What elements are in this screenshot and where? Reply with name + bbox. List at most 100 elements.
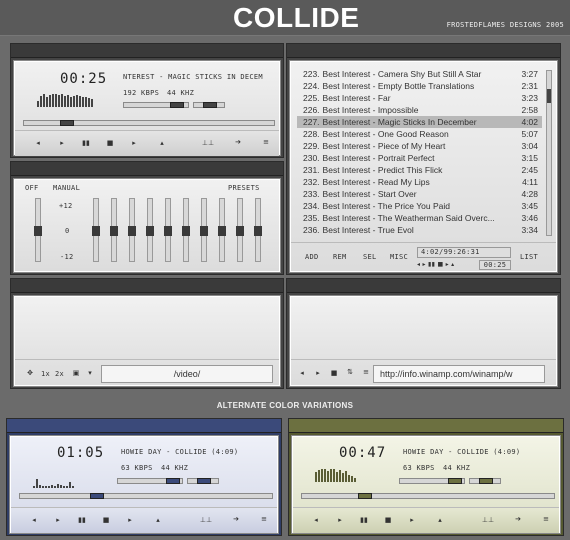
stop-button[interactable]: ■: [103, 139, 117, 147]
eq-band-4[interactable]: [146, 198, 154, 262]
eq-off-toggle[interactable]: OFF: [25, 184, 39, 192]
eq-band-knob[interactable]: [236, 226, 244, 236]
time-display[interactable]: 00:25: [60, 71, 107, 87]
menu-icon[interactable]: ≡: [359, 368, 373, 376]
balance-knob[interactable]: [479, 478, 493, 484]
prev-button[interactable]: ◂: [27, 516, 41, 524]
titlebar[interactable]: [11, 44, 283, 58]
balance-slider[interactable]: [187, 478, 219, 484]
playlist-item[interactable]: 226. Best Interest - Impossible 2:58: [297, 104, 542, 116]
playlist-item[interactable]: 223. Best Interest - Camera Shy But Still…: [297, 68, 542, 80]
spectrum-visualizer[interactable]: [33, 469, 75, 488]
repeat-button[interactable]: ➔: [511, 515, 525, 523]
spectrum-visualizer[interactable]: [315, 463, 357, 482]
eq-band-knob[interactable]: [182, 226, 190, 236]
next-button[interactable]: ▸: [405, 516, 419, 524]
shuffle-button[interactable]: ⊥⊥: [481, 516, 495, 524]
pause-button[interactable]: ▮▮: [75, 516, 89, 524]
pause-button[interactable]: ▮▮: [79, 139, 93, 147]
eq-band-3[interactable]: [128, 198, 136, 262]
eq-manual-toggle[interactable]: MANUAL: [53, 184, 80, 192]
forward-icon[interactable]: ▸: [311, 369, 325, 377]
seek-knob[interactable]: [90, 493, 104, 499]
add-button[interactable]: ADD: [305, 253, 319, 261]
titlebar[interactable]: [11, 162, 283, 176]
mini-transport[interactable]: ◂ ▸ ▮▮ ■ ▸ ▴: [417, 261, 454, 268]
play-button[interactable]: ▸: [51, 516, 65, 524]
select-button[interactable]: SEL: [363, 253, 377, 261]
playlist-item[interactable]: 235. Best Interest - The Weatherman Said …: [297, 212, 542, 224]
eq-band-7[interactable]: [200, 198, 208, 262]
repeat-button[interactable]: ➔: [229, 515, 243, 523]
playlist-item[interactable]: 232. Best Interest - Read My Lips 4:11: [297, 176, 542, 188]
eq-band-knob[interactable]: [254, 226, 262, 236]
shuffle-button[interactable]: ⊥⊥: [199, 516, 213, 524]
balance-slider[interactable]: [469, 478, 501, 484]
titlebar[interactable]: [11, 279, 283, 293]
titlebar[interactable]: [289, 419, 563, 433]
titlebar[interactable]: [7, 419, 281, 433]
list-button[interactable]: LIST: [520, 253, 538, 261]
eq-band-10[interactable]: [254, 198, 262, 262]
titlebar[interactable]: [287, 44, 560, 58]
shuffle-button[interactable]: ⊥⊥: [201, 139, 215, 147]
time-display[interactable]: 01:05: [57, 445, 104, 461]
volume-slider[interactable]: [399, 478, 465, 484]
time-display[interactable]: 00:47: [339, 445, 386, 461]
eq-band-1[interactable]: [92, 198, 100, 262]
eq-band-knob[interactable]: [128, 226, 136, 236]
volume-knob[interactable]: [448, 478, 462, 484]
balance-knob[interactable]: [197, 478, 211, 484]
eq-presets-button[interactable]: PRESETS: [228, 184, 260, 192]
playlist-item[interactable]: 231. Best Interest - Predict This Flick 2:…: [297, 164, 542, 176]
playlist-item[interactable]: 224. Best Interest - Empty Bottle Transla…: [297, 80, 542, 92]
eject-button[interactable]: ▴: [155, 139, 169, 147]
video-path-field[interactable]: /video/: [101, 365, 273, 383]
volume-knob[interactable]: [166, 478, 180, 484]
seek-bar[interactable]: [301, 493, 555, 499]
balance-slider[interactable]: [193, 102, 225, 108]
playlist-item[interactable]: 230. Best Interest - Portrait Perfect 3:15: [297, 152, 542, 164]
eq-band-knob[interactable]: [110, 226, 118, 236]
stop-icon[interactable]: ■: [327, 369, 341, 377]
preamp-knob[interactable]: [34, 226, 42, 236]
fullscreen-icon[interactable]: ✥: [23, 369, 37, 377]
playlist-item[interactable]: 227. Best Interest - Magic Sticks In Dece…: [297, 116, 542, 128]
volume-knob[interactable]: [170, 102, 184, 108]
pause-button[interactable]: ▮▮: [357, 516, 371, 524]
seek-knob[interactable]: [60, 120, 74, 126]
playlist-item[interactable]: 233. Best Interest - Start Over 4:28: [297, 188, 542, 200]
zoom-2x-button[interactable]: 2x: [55, 370, 64, 378]
playlist-item[interactable]: 234. Best Interest - The Price You Paid 3:…: [297, 200, 542, 212]
volume-slider[interactable]: [117, 478, 183, 484]
scrollbar-thumb[interactable]: [547, 89, 551, 103]
eject-button[interactable]: ▴: [433, 516, 447, 524]
playlist-item[interactable]: 228. Best Interest - One Good Reason 5:07: [297, 128, 542, 140]
playlist-item[interactable]: 236. Best Interest - True Evol 3:34: [297, 224, 542, 236]
misc-button[interactable]: MISC: [390, 253, 408, 261]
refresh-icon[interactable]: ⇅: [343, 368, 357, 376]
eq-band-2[interactable]: [110, 198, 118, 262]
back-icon[interactable]: ◂: [295, 369, 309, 377]
dropdown-icon[interactable]: ▾: [83, 369, 97, 377]
volume-slider[interactable]: [123, 102, 189, 108]
seek-knob[interactable]: [358, 493, 372, 499]
stop-button[interactable]: ■: [99, 516, 113, 524]
eject-button[interactable]: ▴: [151, 516, 165, 524]
balance-knob[interactable]: [203, 102, 217, 108]
preamp-slider[interactable]: [34, 198, 42, 262]
playlist-item[interactable]: 229. Best Interest - Piece of My Heart 3:0…: [297, 140, 542, 152]
eq-band-knob[interactable]: [164, 226, 172, 236]
eq-band-knob[interactable]: [218, 226, 226, 236]
eq-band-5[interactable]: [164, 198, 172, 262]
next-button[interactable]: ▸: [127, 139, 141, 147]
eq-band-knob[interactable]: [92, 226, 100, 236]
eq-band-knob[interactable]: [146, 226, 154, 236]
prev-button[interactable]: ◂: [309, 516, 323, 524]
stop-button[interactable]: ■: [381, 516, 395, 524]
menu-button[interactable]: ≡: [539, 515, 553, 523]
tv-icon[interactable]: ▣: [69, 369, 83, 377]
menu-button[interactable]: ≡: [257, 515, 271, 523]
next-button[interactable]: ▸: [123, 516, 137, 524]
eq-band-9[interactable]: [236, 198, 244, 262]
